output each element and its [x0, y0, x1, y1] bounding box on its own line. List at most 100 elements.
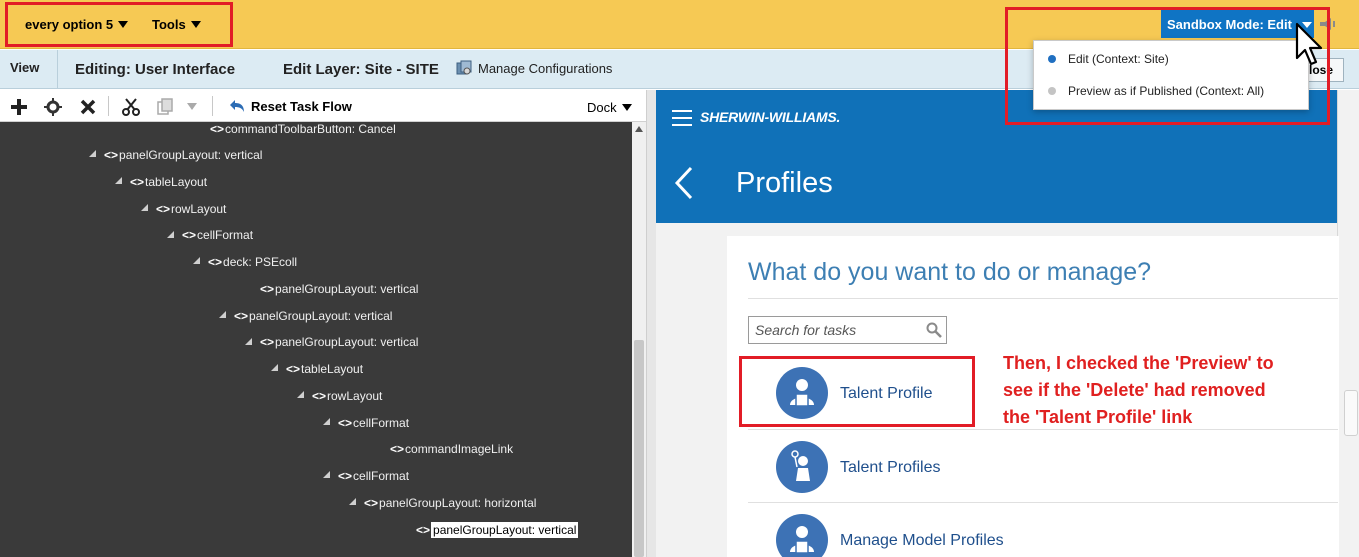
sandbox-mode-label: Sandbox Mode: Edit — [1167, 17, 1292, 32]
task-label: Talent Profile — [840, 385, 933, 402]
expand-triangle-icon[interactable] — [297, 391, 304, 399]
component-tag-icon: <> — [234, 308, 249, 323]
expand-triangle-icon[interactable] — [193, 257, 200, 265]
manage-configurations-link[interactable]: Manage Configurations — [456, 60, 612, 78]
expand-triangle-icon[interactable] — [115, 177, 122, 185]
dock-menu[interactable]: Dock — [587, 100, 632, 115]
tree-scrollbar[interactable] — [632, 122, 646, 557]
reset-task-flow-label: Reset Task Flow — [251, 99, 352, 114]
tree-node-label: rowLayout — [327, 388, 383, 403]
tools-menu[interactable]: Tools — [152, 17, 201, 32]
task-label: Talent Profiles — [840, 459, 941, 476]
option-edit-context-site[interactable]: Edit (Context: Site) — [1048, 52, 1169, 66]
option-preview-as-published[interactable]: Preview as if Published (Context: All) — [1048, 84, 1264, 98]
back-arrow-icon[interactable] — [674, 166, 694, 200]
tree-node[interactable]: <>panelGroupLayout: vertical — [245, 335, 418, 355]
annotation-line: Then, I checked the 'Preview' to — [1003, 353, 1274, 373]
toolbar-divider — [212, 96, 213, 116]
tree-node[interactable]: <>panelGroupLayout: vertical — [89, 148, 262, 168]
tree-node-label: tableLayout — [301, 362, 364, 376]
expand-triangle-icon[interactable] — [245, 337, 252, 345]
panel-splitter[interactable] — [646, 90, 656, 557]
tools-label: Tools — [152, 17, 186, 32]
every-option-menu[interactable]: every option 5 — [25, 17, 129, 32]
tree-node[interactable]: <>panelGroupLayout: vertical — [416, 521, 579, 543]
expand-triangle-icon[interactable] — [271, 364, 278, 372]
component-tag-icon: <> — [130, 174, 145, 189]
tree-node[interactable]: <>cellFormat — [167, 228, 253, 248]
tree-node[interactable]: <>tableLayout — [271, 362, 363, 382]
component-tag-icon: <> — [286, 362, 301, 376]
tree-node[interactable]: <>rowLayout — [297, 389, 382, 409]
tree-node-label: panelGroupLayout: vertical — [431, 521, 579, 538]
tree-node[interactable]: <>deck: PSEcoll — [193, 255, 297, 275]
tree-node[interactable]: <>cellFormat — [323, 469, 409, 489]
reset-icon — [230, 99, 244, 112]
expand-triangle-icon[interactable] — [323, 417, 330, 425]
tree-node-label: rowLayout — [171, 201, 227, 216]
component-tag-icon: <> — [208, 255, 223, 269]
person-badge-icon — [776, 514, 828, 557]
delete-icon[interactable] — [79, 98, 97, 116]
component-tag-icon: <> — [390, 442, 405, 457]
chevron-down-icon — [118, 21, 129, 29]
annotation-text: Then, I checked the 'Preview' to see if … — [1003, 350, 1274, 431]
selected-dot-icon — [1048, 54, 1056, 63]
divider — [748, 502, 1338, 503]
expand-triangle-icon[interactable] — [89, 150, 96, 158]
tree-node[interactable]: <>panelGroupLayout: vertical — [260, 282, 418, 302]
tree-node[interactable]: <>commandToolbarButton: Cancel — [210, 122, 396, 142]
tree-node-label: commandImageLink — [405, 442, 514, 457]
component-tag-icon: <> — [156, 201, 171, 216]
tree-node[interactable]: <>cellFormat — [323, 416, 409, 436]
divider — [57, 50, 58, 89]
tree-node[interactable]: <>panelGroupLayout: vertical — [219, 309, 392, 329]
option-label: Preview as if Published (Context: All) — [1068, 84, 1265, 98]
scroll-up-icon[interactable] — [635, 126, 643, 132]
every-option-label: every option 5 — [25, 17, 114, 32]
dock-label: Dock — [587, 100, 617, 115]
tree-node[interactable]: <>panelGroupLayout: horizontal — [349, 496, 536, 516]
expand-triangle-icon[interactable] — [349, 498, 356, 506]
brand-logo[interactable]: SHERWIN-WILLIAMS. — [700, 109, 840, 125]
search-input[interactable] — [749, 317, 919, 343]
dropdown-icon[interactable] — [187, 103, 197, 111]
component-tag-icon: <> — [338, 469, 353, 483]
component-tree: <>commandToolbarButton: Cancel <>panelGro… — [0, 122, 632, 557]
tree-node[interactable]: <>rowLayout — [141, 202, 226, 222]
divider — [748, 298, 1338, 299]
reset-task-flow-button[interactable]: Reset Task Flow — [229, 99, 352, 115]
tree-node-label: cellFormat — [197, 228, 254, 243]
search-icon[interactable] — [926, 322, 942, 338]
component-tag-icon: <> — [338, 415, 353, 430]
panel-handle[interactable] — [1344, 390, 1358, 436]
expand-triangle-icon[interactable] — [167, 230, 174, 238]
unselected-dot-icon — [1048, 86, 1056, 95]
view-menu[interactable]: View — [10, 60, 39, 75]
tree-node[interactable]: <>commandImageLink — [390, 442, 513, 462]
component-tag-icon: <> — [210, 122, 225, 136]
expand-triangle-icon[interactable] — [323, 471, 330, 479]
mouse-cursor-icon — [1295, 22, 1323, 66]
person-badge-icon — [776, 367, 828, 419]
cut-icon[interactable] — [122, 98, 140, 116]
add-icon[interactable] — [10, 98, 28, 116]
component-tag-icon: <> — [260, 335, 275, 350]
person-balloon-icon — [776, 441, 828, 493]
component-tag-icon: <> — [312, 388, 327, 403]
sandbox-mode-button[interactable]: Sandbox Mode: Edit — [1161, 10, 1314, 38]
content-scrollbar[interactable] — [1337, 90, 1359, 557]
chevron-down-icon — [621, 104, 632, 112]
expand-triangle-icon[interactable] — [219, 310, 226, 318]
scrollbar-thumb[interactable] — [634, 340, 644, 557]
sandbox-mode-dropdown: Edit (Context: Site) Preview as if Publi… — [1033, 40, 1309, 110]
expand-triangle-icon[interactable] — [141, 203, 148, 211]
tree-node-label: tableLayout — [145, 174, 208, 189]
tree-node[interactable]: <>tableLayout — [115, 175, 207, 195]
settings-icon[interactable] — [44, 98, 62, 116]
tree-node-label: cellFormat — [353, 415, 410, 430]
hamburger-menu-icon[interactable] — [672, 110, 692, 126]
copy-icon[interactable] — [157, 98, 173, 116]
component-tag-icon: <> — [364, 495, 379, 510]
configurations-icon — [456, 60, 472, 75]
